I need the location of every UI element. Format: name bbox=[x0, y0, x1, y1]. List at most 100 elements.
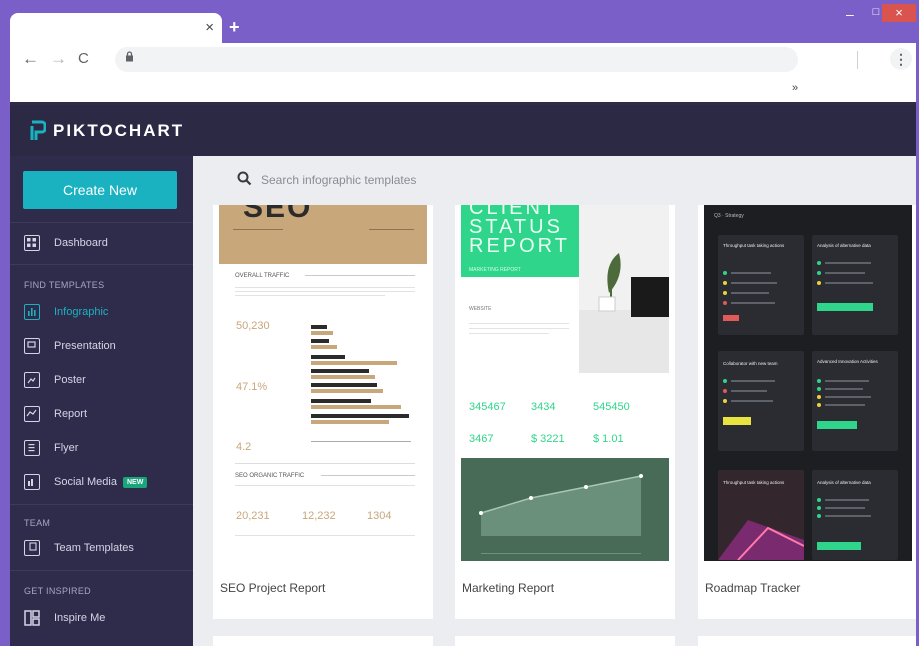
address-bar[interactable] bbox=[115, 47, 798, 72]
sidebar-item-poster[interactable]: Poster bbox=[24, 369, 184, 391]
status-dot bbox=[723, 291, 727, 295]
divider bbox=[825, 499, 869, 501]
status-dot bbox=[723, 301, 727, 305]
panel-title: Analysis of alternative data bbox=[817, 480, 871, 485]
thumbnail-header: Q3 · Strategy bbox=[714, 213, 744, 219]
piktochart-logo-icon[interactable] bbox=[30, 120, 46, 142]
forward-button[interactable]: → bbox=[50, 49, 67, 69]
thumbnail-stat: 1304 bbox=[367, 510, 392, 522]
thumbnail-stat: $ 3221 bbox=[531, 433, 565, 445]
roadmap-panel: Analysis of alternative data bbox=[812, 235, 898, 335]
roadmap-panel: Analysis of alternative data bbox=[812, 470, 898, 560]
sidebar-item-presentation[interactable]: Presentation bbox=[24, 335, 184, 357]
divider bbox=[825, 404, 865, 406]
thumbnail-stat: 4.2 bbox=[236, 441, 252, 453]
progress-bar bbox=[723, 417, 751, 425]
sidebar-item-label: Team Templates bbox=[54, 542, 134, 554]
template-title[interactable]: SEO Project Report bbox=[220, 581, 325, 595]
team-heading: TEAM bbox=[24, 518, 51, 528]
thumbnail-stat: $ 1.01 bbox=[593, 433, 624, 445]
divider bbox=[825, 388, 863, 390]
status-dot bbox=[723, 281, 727, 285]
thumbnail-stat: 20,231 bbox=[236, 510, 270, 522]
get-inspired-heading: GET INSPIRED bbox=[24, 586, 91, 596]
status-dot bbox=[817, 387, 821, 391]
chart-bar bbox=[311, 345, 337, 349]
sidebar-divider bbox=[10, 504, 193, 505]
template-thumbnail[interactable]: SEO OVERALL TRAFFIC 50,230 47.1% 4.2 SEO… bbox=[219, 205, 427, 561]
sidebar-item-label: Presentation bbox=[54, 340, 116, 352]
thumbnail-section-label: OVERALL TRAFFIC bbox=[235, 273, 290, 279]
template-card[interactable] bbox=[213, 636, 433, 646]
search-bar bbox=[193, 156, 916, 205]
progress-bar bbox=[817, 542, 861, 550]
template-card[interactable] bbox=[698, 636, 916, 646]
window-minimize-button[interactable]: – bbox=[846, 6, 854, 22]
sidebar-item-social-media[interactable]: Social Media NEW bbox=[24, 471, 184, 493]
find-templates-heading: FIND TEMPLATES bbox=[24, 280, 105, 290]
divider bbox=[235, 485, 415, 486]
inspire-me-icon bbox=[24, 610, 40, 626]
divider bbox=[321, 475, 415, 476]
sidebar-item-report[interactable]: Report bbox=[24, 403, 184, 425]
browser-menu-button[interactable]: ⋮ bbox=[890, 48, 912, 70]
divider bbox=[731, 380, 775, 382]
roadmap-panel: Throughput task taking actions bbox=[718, 235, 804, 335]
plant-laptop-image bbox=[579, 253, 669, 373]
back-button[interactable]: ← bbox=[22, 49, 39, 69]
browser-tab[interactable]: × bbox=[10, 13, 222, 44]
divider bbox=[305, 275, 415, 276]
thumbnail-heading: SEO bbox=[243, 205, 313, 224]
thumbnail-stat: 3434 bbox=[531, 401, 556, 413]
sidebar-item-dashboard[interactable]: Dashboard bbox=[24, 232, 184, 254]
sidebar-item-label: Report bbox=[54, 408, 88, 420]
roadmap-panel: Collaborator with new team bbox=[718, 351, 804, 451]
thumbnail-stat: 3467 bbox=[469, 433, 494, 445]
divider bbox=[469, 323, 569, 324]
window-close-button[interactable]: × bbox=[882, 4, 916, 22]
sidebar-divider bbox=[10, 570, 193, 571]
search-icon bbox=[237, 171, 252, 186]
sidebar-item-label: Inspire Me bbox=[54, 612, 106, 624]
flyer-icon bbox=[24, 440, 40, 456]
template-card[interactable]: CLIENT STATUS REPORT MARKETING REPORT WE… bbox=[455, 205, 675, 619]
progress-bar bbox=[723, 315, 739, 321]
chart-bar bbox=[311, 420, 389, 424]
logo-text[interactable]: PIKTOCHART bbox=[53, 121, 184, 141]
thumbnail-section-label: WEBSITE bbox=[469, 306, 492, 312]
template-title[interactable]: Marketing Report bbox=[462, 581, 554, 595]
divider bbox=[731, 302, 775, 304]
roadmap-panel: Throughput task taking actions bbox=[718, 470, 804, 560]
divider bbox=[825, 396, 871, 398]
template-card[interactable] bbox=[455, 636, 675, 646]
template-card[interactable]: Q3 · Strategy Throughput task taking act… bbox=[698, 205, 916, 619]
chart-bar bbox=[311, 325, 327, 329]
divider bbox=[825, 282, 873, 284]
chart-bar bbox=[311, 339, 329, 343]
template-thumbnail[interactable]: Q3 · Strategy Throughput task taking act… bbox=[704, 205, 912, 561]
create-new-button[interactable]: Create New bbox=[23, 171, 177, 209]
sidebar-item-infographic[interactable]: Infographic bbox=[24, 301, 184, 323]
chart-bar bbox=[311, 355, 345, 359]
status-dot bbox=[817, 498, 821, 502]
toolbar-divider bbox=[857, 51, 858, 69]
tab-close-icon[interactable]: × bbox=[205, 19, 214, 36]
template-title[interactable]: Roadmap Tracker bbox=[705, 581, 800, 595]
thumbnail-background: Q3 · Strategy Throughput task taking act… bbox=[704, 205, 912, 561]
sidebar-item-flyer[interactable]: Flyer bbox=[24, 437, 184, 459]
template-card[interactable]: SEO OVERALL TRAFFIC 50,230 47.1% 4.2 SEO… bbox=[213, 205, 433, 619]
reload-button[interactable]: C bbox=[78, 50, 89, 67]
sidebar-item-team-templates[interactable]: Team Templates bbox=[24, 537, 184, 559]
sidebar-divider bbox=[10, 264, 193, 265]
dashboard-icon bbox=[24, 235, 40, 251]
divider bbox=[235, 287, 415, 288]
new-tab-button[interactable]: + bbox=[229, 17, 240, 38]
report-icon bbox=[24, 406, 40, 422]
search-input[interactable] bbox=[261, 169, 661, 191]
presentation-icon bbox=[24, 338, 40, 354]
sidebar-item-inspire-me[interactable]: Inspire Me bbox=[24, 607, 184, 629]
panel-title: Throughput task taking actions bbox=[723, 480, 785, 485]
social-media-icon bbox=[24, 474, 40, 490]
bookmarks-overflow-button[interactable]: » bbox=[792, 82, 798, 94]
template-thumbnail[interactable]: CLIENT STATUS REPORT MARKETING REPORT WE… bbox=[461, 205, 669, 561]
